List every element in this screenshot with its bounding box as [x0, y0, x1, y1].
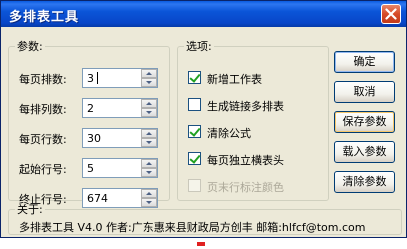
about-group: 关于: 多排表工具 V4.0 作者:广东惠来县财政局方创丰 邮箱:hlfcf@t… — [8, 201, 402, 235]
load-params-button[interactable]: 载入参数 — [334, 141, 395, 163]
close-button[interactable] — [381, 4, 401, 24]
columns-per-row-spinner[interactable]: 2 — [82, 98, 158, 118]
spin-buttons — [141, 69, 157, 87]
red-marker — [197, 242, 205, 246]
spin-value: 30 — [87, 132, 101, 145]
field-label: 起始行号: — [19, 163, 67, 176]
spin-down-button[interactable] — [141, 138, 157, 147]
spin-up-button[interactable] — [141, 99, 157, 108]
spin-up-button[interactable] — [141, 189, 157, 198]
title-bar[interactable]: 多排表工具 — [1, 1, 406, 27]
options-group: 选项: 新增工作表 生成链接多排表 清除公式 每页独立横表头 页末行标注颜色 — [177, 38, 329, 201]
checkbox[interactable] — [188, 71, 201, 84]
spin-up-button[interactable] — [141, 129, 157, 138]
checkbox[interactable] — [188, 125, 201, 138]
close-icon — [385, 8, 397, 20]
about-legend: 关于: — [17, 203, 43, 216]
clear-params-button[interactable]: 清除参数 — [334, 171, 395, 193]
checkbox-label: 每页独立横表头 — [207, 154, 284, 167]
spin-value: 2 — [87, 102, 94, 115]
about-text: 多排表工具 V4.0 作者:广东惠来县财政局方创丰 邮箱:hlfcf@tom.c… — [19, 221, 366, 234]
spin-down-button[interactable] — [141, 78, 157, 87]
spin-buttons — [141, 159, 157, 177]
start-row-spinner[interactable]: 5 — [82, 158, 158, 178]
spin-buttons — [141, 99, 157, 117]
field-label: 每排列数: — [19, 103, 67, 116]
checkbox[interactable] — [188, 98, 201, 111]
dialog-window: 多排表工具 参数: 每页排数: 3 每排列数: 2 每页行数: 30 起始行号:… — [0, 0, 407, 238]
spin-down-button[interactable] — [141, 108, 157, 117]
spin-value: 5 — [87, 162, 94, 175]
ok-button[interactable]: 确定 — [334, 51, 395, 73]
spin-up-button[interactable] — [141, 159, 157, 168]
rows-per-page-spinner[interactable]: 3 — [82, 68, 158, 88]
checkbox-label: 生成链接多排表 — [207, 100, 284, 113]
field-label: 每页排数: — [19, 73, 67, 86]
lines-per-page-spinner[interactable]: 30 — [82, 128, 158, 148]
spin-buttons — [141, 129, 157, 147]
checkbox-label: 清除公式 — [207, 127, 251, 140]
cancel-button[interactable]: 取消 — [334, 81, 395, 103]
options-legend: 选项: — [186, 40, 212, 53]
checkbox-label: 页末行标注颜色 — [207, 181, 284, 194]
window-title: 多排表工具 — [9, 10, 80, 25]
spin-value: 3 — [87, 72, 94, 85]
checkbox — [188, 179, 201, 192]
spin-down-button[interactable] — [141, 168, 157, 177]
save-params-button[interactable]: 保存参数 — [334, 111, 395, 133]
checkbox-label: 新增工作表 — [207, 73, 262, 86]
checkbox[interactable] — [188, 152, 201, 165]
field-label: 每页行数: — [19, 133, 67, 146]
params-group: 参数: 每页排数: 3 每排列数: 2 每页行数: 30 起始行号: 5 终止行… — [8, 38, 170, 208]
params-legend: 参数: — [17, 40, 43, 53]
spin-up-button[interactable] — [141, 69, 157, 78]
text-caret — [97, 72, 98, 84]
